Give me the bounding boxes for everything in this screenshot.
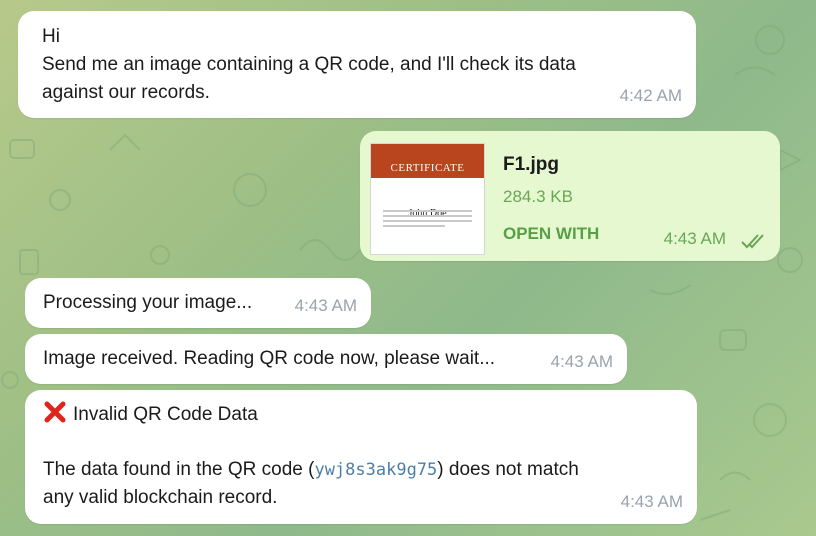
message-text: Hi Send me an image containing a QR code… <box>42 26 576 103</box>
message-text: Processing your image... <box>43 292 253 313</box>
message-time: 4:42 AM <box>619 86 682 105</box>
cross-mark-icon <box>44 401 66 423</box>
invalid-body: The data found in the QR code (ywj8s3ak9… <box>43 456 579 512</box>
file-name: F1.jpg <box>503 154 559 175</box>
qr-code-value[interactable]: ywj8s3ak9g75 <box>314 460 437 480</box>
message-welcome: Hi Send me an image containing a QR code… <box>18 11 696 118</box>
message-time: 4:43 AM <box>294 296 357 315</box>
double-check-icon <box>741 234 764 249</box>
file-thumbnail[interactable]: CERTIFICATE John Doe <box>370 143 485 255</box>
invalid-title: Invalid QR Code Data <box>73 404 258 425</box>
message-time: 4:43 AM <box>663 229 726 248</box>
message-received: Image received. Reading QR code now, ple… <box>25 334 627 384</box>
file-size: 284.3 KB <box>503 187 573 206</box>
invalid-body-pre: The data found in the QR code ( <box>43 459 315 480</box>
message-invalid-qr: Invalid QR Code Data The data found in t… <box>25 390 697 524</box>
message-processing: Processing your image... 4:43 AM <box>25 278 371 328</box>
message-file[interactable]: CERTIFICATE John Doe F1.jpg 284.3 KB OPE… <box>360 131 780 261</box>
invalid-title-row: Invalid QR Code Data <box>43 400 258 429</box>
message-text: Image received. Reading QR code now, ple… <box>43 348 496 369</box>
message-time: 4:43 AM <box>620 492 683 511</box>
open-with-button[interactable]: OPEN WITH <box>503 220 599 248</box>
thumbnail-text-lines <box>383 210 472 230</box>
message-time: 4:43 AM <box>550 352 613 371</box>
thumbnail-title: CERTIFICATE <box>390 162 465 174</box>
